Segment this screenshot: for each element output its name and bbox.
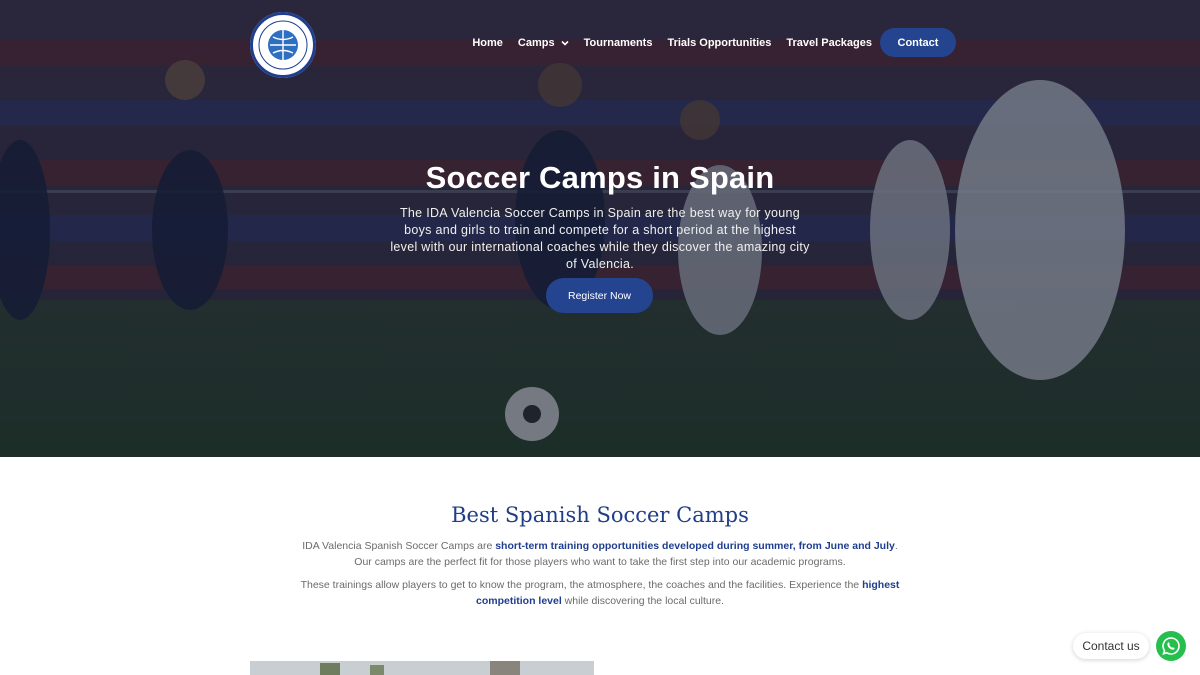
register-now-button[interactable]: Register Now xyxy=(546,278,653,313)
academy-logo-icon xyxy=(251,13,315,77)
hero-title: Soccer Camps in Spain xyxy=(425,160,775,195)
p1-highlight: short-term training opportunities develo… xyxy=(495,540,895,552)
nav-home-label: Home xyxy=(472,36,503,49)
camps-detail-paragraph: These trainings allow players to get to … xyxy=(300,578,900,609)
nav-travel-label: Travel Packages xyxy=(786,36,872,49)
camps-intro-paragraph: IDA Valencia Spanish Soccer Camps are sh… xyxy=(300,539,900,570)
nav-camps-label: Camps xyxy=(517,36,555,49)
contact-us-bubble[interactable]: Contact us xyxy=(1073,633,1149,659)
nav-trials-opportunities[interactable]: Trials Opportunities xyxy=(667,37,771,49)
nav-trials-label: Trials Opportunities xyxy=(667,36,772,49)
p1-start: IDA Valencia Spanish Soccer Camps are xyxy=(302,540,496,552)
camp-photo-image xyxy=(250,661,594,675)
contact-button[interactable]: Contact xyxy=(880,28,956,57)
p2-end: while discovering the local culture. xyxy=(561,594,725,607)
academy-logo[interactable] xyxy=(250,12,316,78)
hero-description: The IDA Valencia Soccer Camps in Spain a… xyxy=(390,206,810,271)
p2-start: These trainings allow players to get to … xyxy=(300,579,863,591)
nav-home[interactable]: Home xyxy=(472,37,503,49)
camp-photo xyxy=(250,661,594,675)
chevron-down-icon xyxy=(561,40,569,46)
hero-section: Home Camps Tournaments Trials Opportunit… xyxy=(0,0,1200,457)
whatsapp-button[interactable] xyxy=(1156,631,1186,661)
nav-travel-packages[interactable]: Travel Packages xyxy=(786,37,872,49)
nav-camps[interactable]: Camps xyxy=(518,37,569,49)
section-title: Best Spanish Soccer Camps xyxy=(451,503,749,527)
nav-tournaments[interactable]: Tournaments xyxy=(584,37,653,49)
whatsapp-icon xyxy=(1162,637,1180,656)
nav-tournaments-label: Tournaments xyxy=(583,36,653,49)
main-nav: Home Camps Tournaments Trials Opportunit… xyxy=(472,28,956,57)
